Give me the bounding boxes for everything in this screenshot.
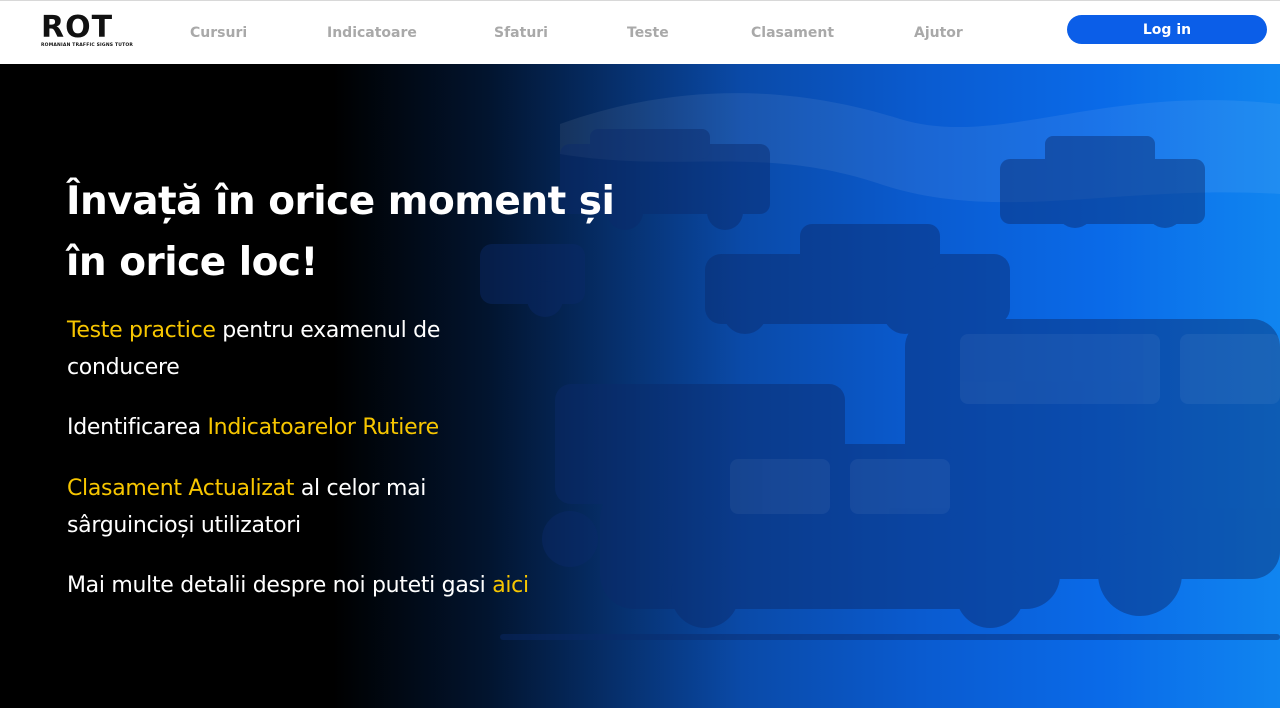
nav-indicatoare[interactable]: Indicatoare <box>327 25 417 41</box>
nav-sfaturi[interactable]: Sfaturi <box>494 25 548 41</box>
feature-practice-tests: Teste practice pentru examenul de conduc… <box>67 312 527 386</box>
headline-line-1: Învață în orice moment și <box>66 179 615 224</box>
vehicles-background-illustration <box>480 93 1280 640</box>
headline-line-2: în orice loc! <box>66 240 318 285</box>
top-navbar: ROT ROMANIAN TRAFFIC SIGNS TUTOR Cursuri… <box>0 0 1280 64</box>
feature-text: Identificarea <box>67 415 208 440</box>
nav-teste[interactable]: Teste <box>627 25 669 41</box>
main-nav: Cursuri Indicatoare Sfaturi Teste Clasam… <box>0 25 1000 43</box>
hero-headline: Învață în orice moment și în orice loc! <box>66 171 626 293</box>
nav-cursuri[interactable]: Cursuri <box>190 25 247 41</box>
logo-subtitle: ROMANIAN TRAFFIC SIGNS TUTOR <box>41 43 134 48</box>
feature-text: Mai multe detalii despre noi puteti gasi <box>67 573 493 598</box>
feature-highlight: Teste practice <box>67 318 216 343</box>
feature-highlight: Indicatoarelor Rutiere <box>207 415 439 440</box>
nav-ajutor[interactable]: Ajutor <box>914 25 963 41</box>
nav-clasament[interactable]: Clasament <box>751 25 834 41</box>
feature-road-signs: Identificarea Indicatoarelor Rutiere <box>67 409 627 446</box>
hero-section: Învață în orice moment și în orice loc! … <box>0 64 1280 708</box>
feature-highlight: Clasament Actualizat <box>67 476 295 501</box>
login-button[interactable]: Log in <box>1067 15 1267 44</box>
feature-more-details: Mai multe detalii despre noi puteti gasi… <box>67 567 667 604</box>
details-link[interactable]: aici <box>492 573 529 598</box>
feature-leaderboard: Clasament Actualizat al celor mai sârgui… <box>67 470 527 544</box>
